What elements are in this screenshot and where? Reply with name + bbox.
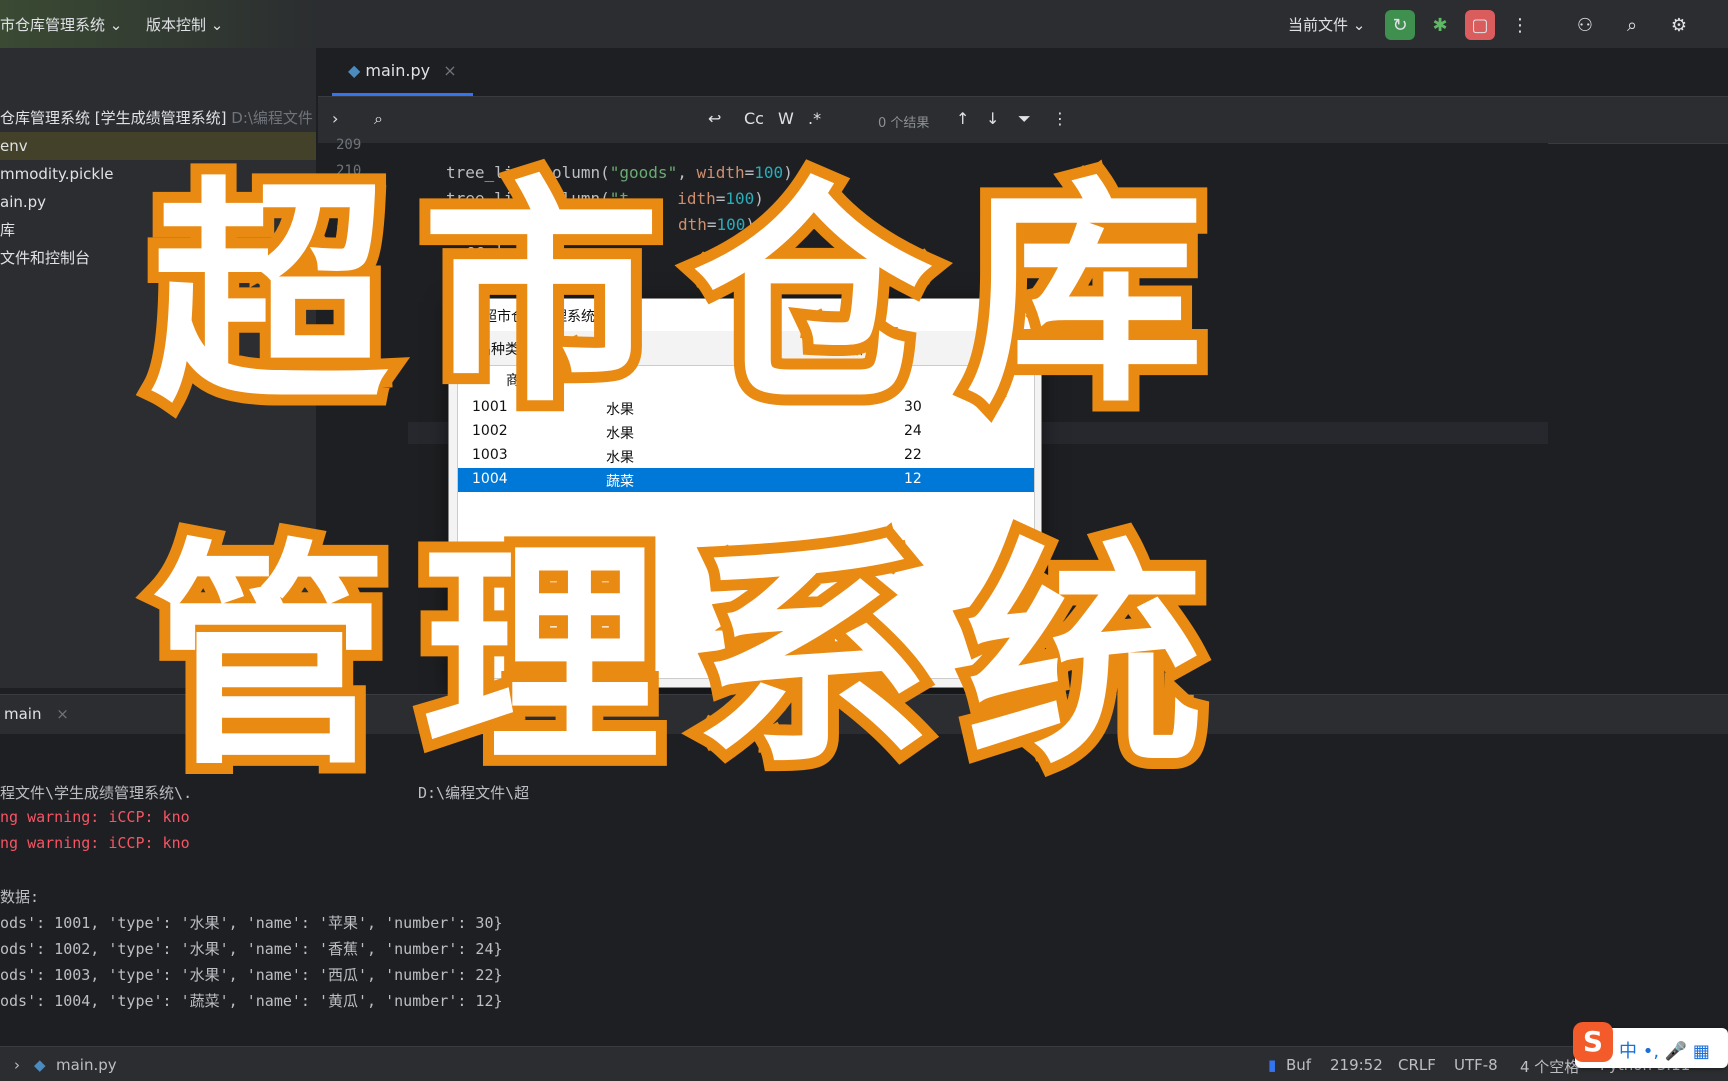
run-tab-main[interactable]: main × <box>4 705 69 723</box>
sogou-logo-icon: S <box>1573 1022 1613 1062</box>
cell: 蔬菜 <box>606 474 634 490</box>
regex-toggle[interactable]: .* <box>808 109 821 128</box>
tree-root[interactable]: 仓库管理系统 [学生成绩管理系统] D:\编程文件 <box>0 104 316 132</box>
overlay-title-line2: 管理系统 <box>139 520 1238 797</box>
arrow-down-icon[interactable]: ↓ <box>986 109 999 128</box>
run-tab-label: main <box>4 705 42 723</box>
cell: 水果 <box>606 450 634 466</box>
tree-item-main[interactable]: ain.py <box>0 188 46 216</box>
run-config-selector[interactable]: 当前文件 ⌄ <box>1288 14 1365 35</box>
overlay-title-line1: 超市仓库 <box>139 158 1238 435</box>
project-menu-label: 市仓库管理系统 <box>0 16 106 34</box>
status-bar: › ◆ main.py ▮ Buf 219:52 CRLF UTF-8 4 个空… <box>0 1046 1728 1081</box>
filter-icon[interactable]: ⏷ <box>1018 109 1031 129</box>
close-icon[interactable]: × <box>443 61 456 80</box>
more-icon[interactable]: ⋮ <box>1052 109 1068 128</box>
status-file[interactable]: main.py <box>56 1056 117 1074</box>
status-position[interactable]: 219:52 <box>1330 1056 1383 1074</box>
settings-icon[interactable]: ⚙ <box>1664 10 1694 40</box>
console-warning: ng warning: iCCP: kno <box>0 834 190 852</box>
search-icon[interactable]: ⌕ <box>374 109 383 129</box>
cell: 22 <box>904 447 922 463</box>
tree-item-scratches[interactable]: 文件和控制台 <box>0 244 90 272</box>
tree-item-pickle[interactable]: mmodity.pickle <box>0 160 114 188</box>
project-menu[interactable]: 市仓库管理系统 ⌄ <box>0 14 122 35</box>
ime-status: 中 •, 🎤 ▦ <box>1619 1041 1710 1062</box>
console-record: ods': 1003, 'type': '水果', 'name': '西瓜', … <box>0 966 503 984</box>
tree-item-label: 库 <box>0 221 16 239</box>
cell: 1003 <box>472 447 508 463</box>
tree-root-label: 仓库管理系统 [学生成绩管理系统] <box>0 109 227 127</box>
tree-item-label: mmodity.pickle <box>0 165 114 183</box>
rerun-icon[interactable]: ↻ <box>1385 10 1415 40</box>
run-config-label: 当前文件 <box>1288 16 1349 34</box>
find-bar: › ⌕ ↩ Cc W .* 0 个结果 ↑ ↓ ⏷ ⋮ <box>318 97 1728 144</box>
tab-label: main.py <box>365 61 431 80</box>
status-line-separator[interactable]: CRLF <box>1398 1056 1436 1074</box>
line-number: 209 <box>336 137 362 153</box>
chevron-right-icon[interactable]: › <box>332 109 338 128</box>
chevron-right-icon[interactable]: › <box>14 1056 20 1074</box>
arrow-up-icon[interactable]: ↑ <box>956 109 969 128</box>
cell: 1004 <box>472 471 508 487</box>
vcs-menu[interactable]: 版本控制 ⌄ <box>146 14 223 35</box>
python-file-icon: ◆ <box>34 1056 46 1074</box>
tree-item-env[interactable]: env <box>0 132 316 160</box>
tree-item-label: ain.py <box>0 193 47 211</box>
debug-icon[interactable]: ✱ <box>1425 10 1455 40</box>
table-row[interactable]: 1003 水果 22 <box>458 444 1034 468</box>
table-row-selected[interactable]: 1004 蔬菜 12 <box>458 468 1034 492</box>
more-icon[interactable]: ⋮ <box>1505 10 1535 40</box>
tab-main-py[interactable]: ◆ main.py × <box>332 48 473 96</box>
status-buf[interactable]: Buf <box>1286 1056 1311 1074</box>
console-warning: ng warning: iCCP: kno <box>0 808 190 826</box>
match-case-toggle[interactable]: Cc <box>744 109 764 128</box>
stop-icon[interactable]: ▢ <box>1465 10 1495 40</box>
python-file-icon: ◆ <box>348 61 361 80</box>
status-indent[interactable]: 4 个空格 <box>1520 1056 1579 1077</box>
vcs-menu-label: 版本控制 <box>146 16 207 34</box>
console-record: ods': 1004, 'type': '蔬菜', 'name': '黄瓜', … <box>0 992 503 1010</box>
tree-item-label: env <box>0 137 28 155</box>
tree-root-path: D:\编程文件 <box>231 109 313 127</box>
tree-item-label: 文件和控制台 <box>0 249 91 267</box>
add-user-icon[interactable]: ⚇ <box>1570 10 1600 40</box>
cell: 12 <box>904 471 922 487</box>
whole-word-toggle[interactable]: W <box>778 109 794 128</box>
editor-tab-bar: ◆ main.py × <box>318 48 1728 97</box>
console-record: ods': 1002, 'type': '水果', 'name': '香蕉', … <box>0 940 503 958</box>
buffer-icon: ▮ <box>1268 1056 1277 1074</box>
find-results: 0 个结果 <box>878 116 930 131</box>
close-icon[interactable]: × <box>56 705 69 723</box>
ime-toolbar[interactable]: S 中 •, 🎤 ▦ <box>1573 1022 1728 1068</box>
top-toolbar: 市仓库管理系统 ⌄ 版本控制 ⌄ 当前文件 ⌄ ↻ ✱ ▢ ⋮ ⚇ ⌕ ⚙ <box>0 0 1728 48</box>
status-encoding[interactable]: UTF-8 <box>1454 1056 1498 1074</box>
tree-item-libs[interactable]: 库 <box>0 216 15 244</box>
console-label: 数据: <box>0 888 40 906</box>
search-icon[interactable]: ⌕ <box>1617 10 1647 40</box>
console-record: ods': 1001, 'type': '水果', 'name': '苹果', … <box>0 914 503 932</box>
newline-icon[interactable]: ↩ <box>708 109 721 128</box>
